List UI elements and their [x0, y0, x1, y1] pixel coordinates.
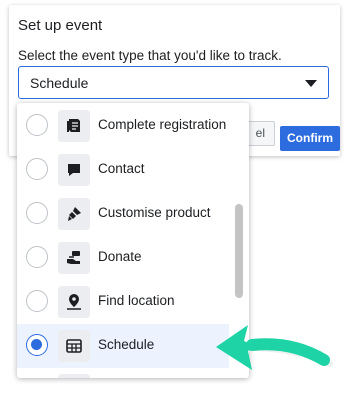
screen: Set up event Select the event type that …	[0, 0, 347, 397]
option-label: Contact	[98, 161, 145, 176]
option-label: Find location	[98, 293, 175, 308]
radio-dot	[31, 339, 42, 350]
radio-button-checked[interactable]	[26, 334, 48, 356]
option-customise-product[interactable]: Customise product	[17, 192, 229, 236]
option-find-location[interactable]: Find location	[17, 280, 229, 324]
map-pin-icon	[58, 286, 90, 318]
caret-down-icon	[305, 80, 317, 87]
radio-button[interactable]	[26, 290, 48, 312]
dialog-subtitle: Select the event type that you'd like to…	[18, 48, 282, 63]
option-contact[interactable]: Contact	[17, 148, 229, 192]
option-label: Customise product	[98, 205, 211, 220]
radio-button[interactable]	[26, 114, 48, 136]
radio-button[interactable]	[26, 202, 48, 224]
option-donate[interactable]: Donate	[17, 236, 229, 280]
option-label: Donate	[98, 249, 142, 264]
option-schedule[interactable]: Schedule	[17, 324, 229, 368]
event-type-select[interactable]: Schedule	[18, 66, 329, 99]
dialog-title: Set up event	[18, 17, 103, 34]
option-complete-registration[interactable]: Complete registration	[17, 104, 229, 148]
calendar-grid-icon	[58, 330, 90, 362]
option-label: Complete registration	[98, 117, 227, 132]
confirm-button[interactable]: Confirm	[280, 126, 340, 151]
chat-bubble-icon	[58, 154, 90, 186]
option-partial[interactable]	[17, 368, 229, 378]
next-option-icon	[58, 374, 90, 378]
select-value: Schedule	[30, 75, 89, 91]
radio-button[interactable]	[26, 158, 48, 180]
option-label: Schedule	[98, 337, 155, 352]
paintbrush-icon	[58, 198, 90, 230]
scrollbar-thumb[interactable]	[235, 204, 243, 298]
pointer-arrow-icon	[216, 325, 333, 370]
radio-button[interactable]	[26, 246, 48, 268]
registration-icon	[58, 110, 90, 142]
donate-hand-icon	[58, 242, 90, 274]
